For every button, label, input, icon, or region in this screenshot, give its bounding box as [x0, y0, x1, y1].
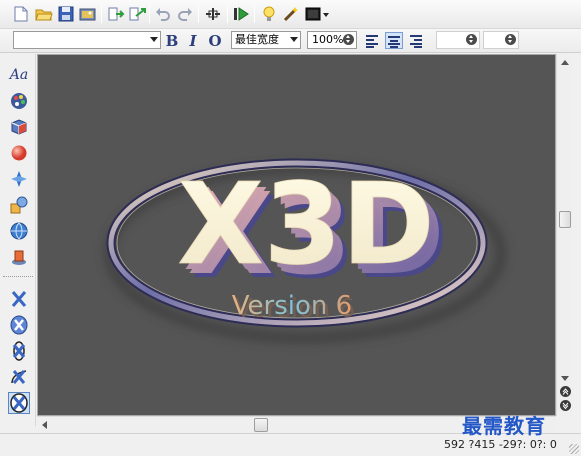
- bold-button[interactable]: B: [163, 31, 181, 50]
- text-style-icon[interactable]: Aa: [8, 64, 30, 86]
- align-left-button[interactable]: [364, 32, 382, 49]
- toolbar-separator: [198, 5, 199, 23]
- toolbar-separator: [149, 5, 150, 23]
- zoom-spinner-icon[interactable]: [343, 34, 354, 45]
- open-folder-icon[interactable]: [35, 5, 53, 23]
- font-select[interactable]: [13, 31, 161, 49]
- background-dropdown-icon[interactable]: [321, 5, 331, 23]
- vertical-scrollbar[interactable]: [556, 54, 573, 416]
- x-swing-icon[interactable]: [8, 366, 30, 388]
- export-icon[interactable]: [128, 5, 146, 23]
- subtitle-text: Version 6: [232, 291, 352, 321]
- globe-icon[interactable]: [8, 220, 30, 242]
- light-bulb-icon[interactable]: [260, 5, 278, 23]
- spacing-field-b[interactable]: [483, 31, 519, 49]
- undo-icon[interactable]: [154, 5, 172, 23]
- toolbar-separator: [227, 5, 228, 23]
- logo-text: X3D: [177, 160, 434, 290]
- zoom-field[interactable]: 100%: [307, 31, 357, 49]
- previous-page-icon[interactable]: [560, 386, 571, 397]
- light-icon[interactable]: [8, 168, 30, 190]
- toolbar-separator: [254, 5, 255, 23]
- align-right-button[interactable]: [406, 32, 424, 49]
- toolbar-separator: [101, 5, 102, 23]
- format-toolbar: B I O 最佳宽度 100%: [0, 29, 581, 53]
- italic-button[interactable]: I: [184, 31, 202, 50]
- next-page-icon[interactable]: [560, 400, 571, 411]
- palette-icon[interactable]: [8, 90, 30, 112]
- new-document-icon[interactable]: [12, 5, 30, 23]
- left-toolbar: Aa: [0, 54, 36, 426]
- resize-grip-icon[interactable]: [569, 444, 579, 454]
- coordinates-readout: 592 ?415 -29?: 0?: 0: [444, 438, 557, 451]
- import-icon[interactable]: [107, 5, 125, 23]
- watermark: 最需教育: [462, 414, 546, 438]
- shapes-icon[interactable]: [8, 194, 30, 216]
- spacing-field-a[interactable]: [436, 31, 480, 49]
- preview-canvas[interactable]: X3D X3D X3D X3D Version 6 Version 6: [37, 54, 556, 416]
- save-icon[interactable]: [57, 5, 75, 23]
- x-rotate-icon[interactable]: [8, 288, 30, 310]
- save-image-icon[interactable]: [79, 5, 97, 23]
- spinner-icon[interactable]: [466, 34, 477, 45]
- zoom-value: 100%: [312, 33, 344, 46]
- horizontal-scroll-thumb[interactable]: [254, 418, 268, 432]
- vertical-scroll-thumb[interactable]: [559, 211, 571, 228]
- width-mode-select[interactable]: 最佳宽度: [231, 31, 301, 49]
- background-scene-icon[interactable]: [8, 246, 30, 268]
- x-spin-icon[interactable]: [8, 314, 30, 336]
- magic-wand-icon[interactable]: [282, 5, 300, 23]
- scroll-down-icon[interactable]: [561, 376, 569, 381]
- preview-icon[interactable]: [204, 5, 222, 23]
- x-selected-icon[interactable]: [8, 392, 30, 414]
- redo-icon[interactable]: [176, 5, 194, 23]
- play-animation-icon[interactable]: [232, 5, 250, 23]
- chevron-down-icon: [290, 37, 298, 42]
- x3d-logo-graphic: X3D X3D X3D X3D Version 6 Version 6: [104, 158, 506, 343]
- bevel-icon[interactable]: [8, 116, 30, 138]
- spinner-icon[interactable]: [505, 34, 516, 45]
- chevron-down-icon: [150, 37, 158, 42]
- sphere-icon[interactable]: [8, 142, 30, 164]
- toolbar-separator: [3, 276, 33, 277]
- scroll-left-icon[interactable]: [42, 421, 47, 429]
- width-mode-value: 最佳宽度: [235, 33, 279, 46]
- align-center-button[interactable]: [385, 32, 403, 49]
- background-icon[interactable]: [304, 5, 322, 23]
- scroll-up-icon[interactable]: [561, 60, 569, 65]
- x-orbit-icon[interactable]: [8, 340, 30, 362]
- outline-button[interactable]: O: [206, 31, 224, 50]
- main-toolbar: [0, 0, 581, 29]
